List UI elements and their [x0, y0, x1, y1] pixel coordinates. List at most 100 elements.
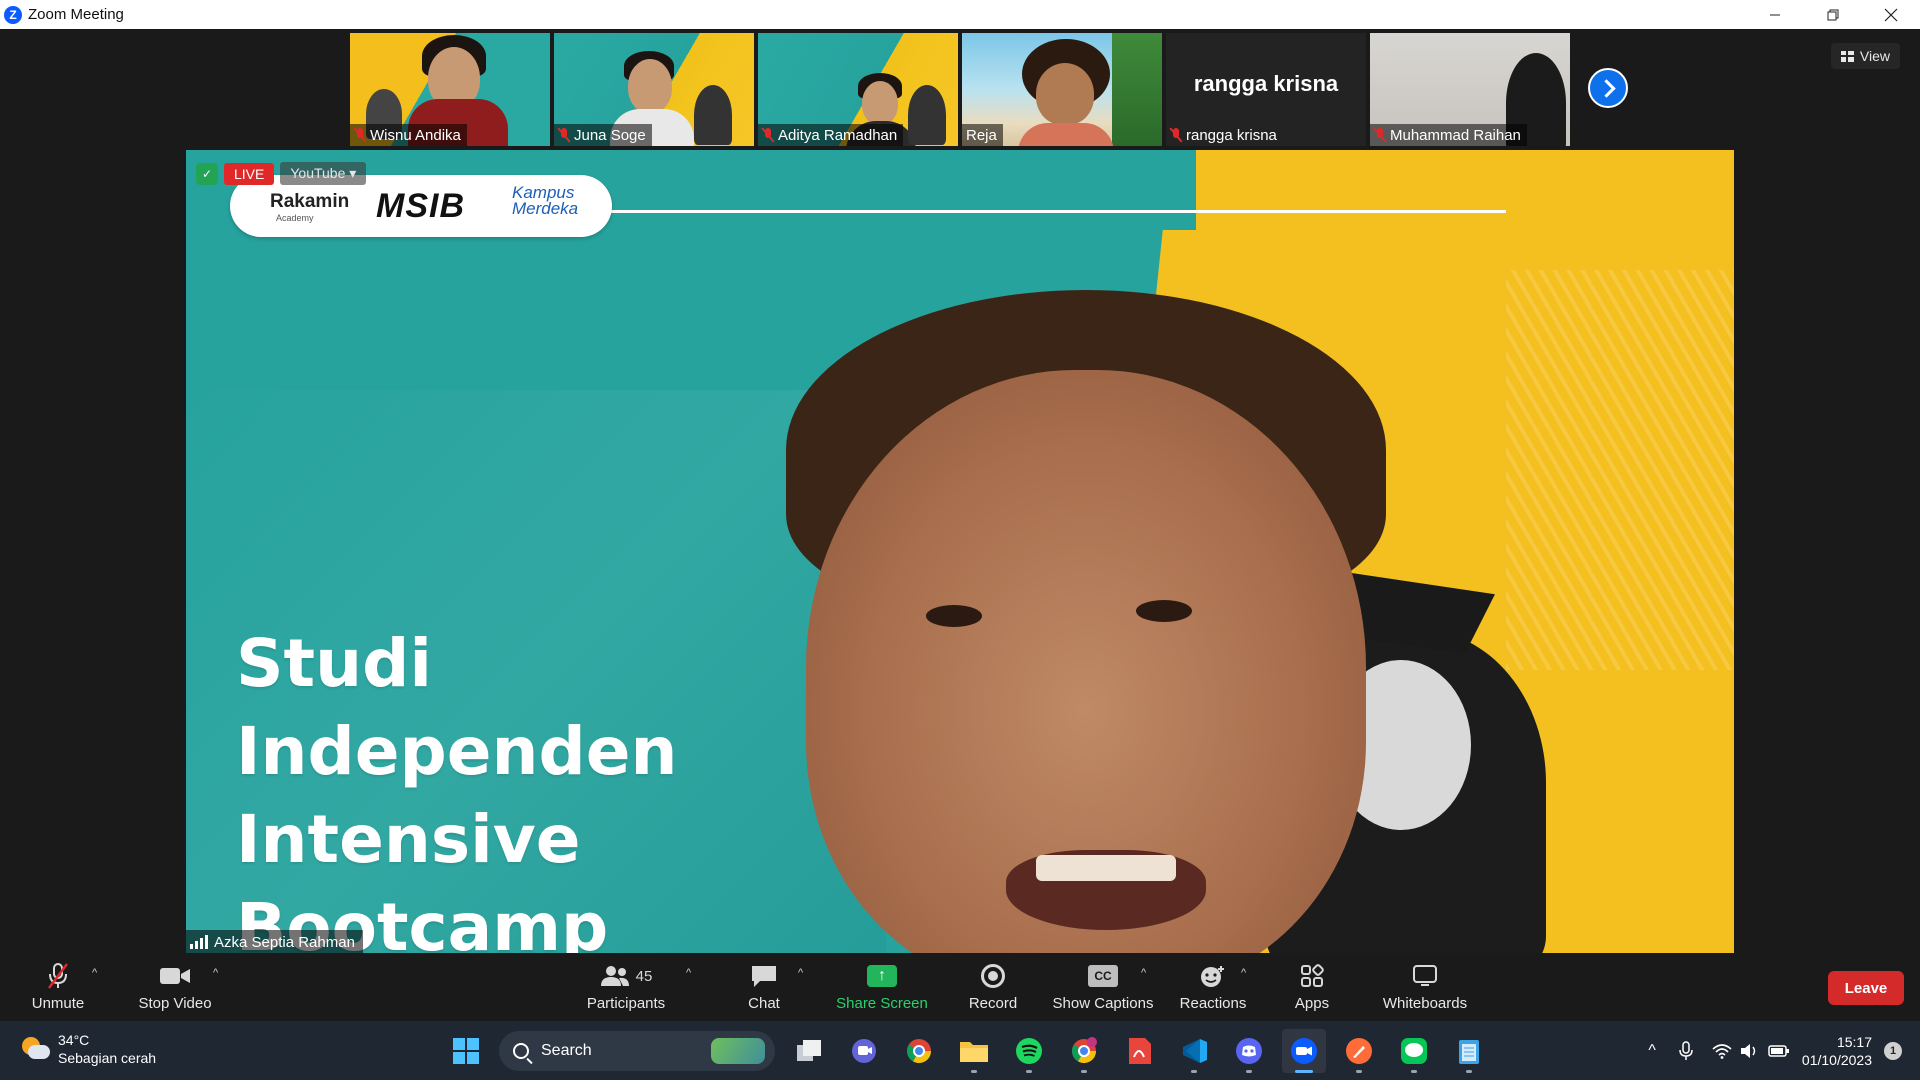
participants-label: Participants — [586, 995, 666, 1012]
show-hidden-icons-chevron-icon[interactable]: ^ — [1648, 1042, 1656, 1060]
stop-video-button[interactable]: Stop Video — [132, 953, 218, 1021]
taskbar-apps: Search — [438, 1021, 1496, 1080]
thumbnail-caption: Wisnu Andika — [350, 124, 467, 146]
notification-badge[interactable]: 1 — [1884, 1041, 1902, 1060]
show-captions-button[interactable]: CC Show Captions — [1050, 953, 1156, 1021]
apps-button[interactable]: Apps — [1282, 953, 1342, 1021]
restore-icon — [1827, 9, 1839, 20]
weather-temperature: 34°C — [58, 1032, 90, 1048]
mic-muted-icon — [1374, 127, 1386, 143]
participants-count: 45 — [635, 967, 653, 985]
pdf-reader-icon[interactable] — [1117, 1029, 1161, 1073]
system-tray: ^ 15:17 01/10/2023 1 — [1648, 1021, 1920, 1080]
whiteboards-label: Whiteboards — [1382, 995, 1468, 1012]
header-line — [606, 210, 1506, 213]
chat-button[interactable]: Chat — [736, 953, 792, 1021]
thumbnail-reja[interactable]: Reja — [962, 33, 1162, 146]
reactions-label: Reactions — [1179, 995, 1247, 1012]
zoom-logo-icon: Z — [4, 5, 22, 24]
minimize-icon — [1770, 14, 1780, 15]
microphone-icon[interactable] — [1678, 1040, 1694, 1061]
teams-chat-icon[interactable] — [842, 1029, 886, 1073]
restore-button[interactable] — [1804, 0, 1862, 29]
close-button[interactable] — [1862, 0, 1920, 29]
record-label: Record — [968, 995, 1018, 1012]
youtube-stream-dropdown[interactable]: YouTube ▾ — [280, 162, 367, 185]
smiley-plus-icon — [1199, 962, 1227, 990]
windows-start-icon[interactable] — [444, 1029, 488, 1073]
participant-name: Aditya Ramadhan — [778, 126, 898, 144]
battery-icon[interactable] — [1768, 1043, 1790, 1059]
partly-cloudy-icon — [18, 1035, 50, 1063]
notepad-icon[interactable] — [1447, 1029, 1491, 1073]
weather-description: Sebagian cerah — [58, 1050, 157, 1066]
mic-muted-icon — [1170, 127, 1182, 143]
grid-view-icon — [1840, 50, 1854, 62]
thumbnail-muhammad-raihan[interactable]: Muhammad Raihan — [1370, 33, 1570, 146]
captions-caret-icon[interactable]: ^ — [1141, 967, 1153, 979]
whiteboards-button[interactable]: Whiteboards — [1378, 953, 1472, 1021]
spotify-icon[interactable] — [1007, 1029, 1051, 1073]
speaker-name: Azka Septia Rahman — [214, 933, 355, 951]
weather-widget[interactable]: 34°C Sebagian cerah — [18, 1031, 156, 1067]
chrome-profile-icon[interactable] — [1062, 1029, 1106, 1073]
view-button[interactable]: View — [1830, 43, 1900, 69]
meeting-toolbar: Unmute ^ Stop Video ^ 45 Participants ^ … — [0, 953, 1920, 1021]
view-button-label: View — [1859, 48, 1890, 64]
unmute-label: Unmute — [31, 995, 85, 1012]
mic-muted-icon — [762, 127, 774, 143]
clock-time: 15:17 — [1836, 1033, 1872, 1050]
minimize-button[interactable] — [1746, 0, 1804, 29]
line-messenger-icon[interactable] — [1392, 1029, 1436, 1073]
thumbnail-caption: Aditya Ramadhan — [758, 124, 904, 146]
postman-icon[interactable] — [1337, 1029, 1381, 1073]
whiteboard-icon — [1411, 962, 1439, 990]
discord-icon[interactable] — [1227, 1029, 1271, 1073]
video-options-caret-icon[interactable]: ^ — [213, 967, 225, 979]
mic-muted-icon — [45, 962, 71, 990]
reactions-caret-icon[interactable]: ^ — [1241, 967, 1253, 979]
unmute-button[interactable]: Unmute — [22, 953, 94, 1021]
mic-muted-icon — [558, 127, 570, 143]
rakamin-logo: Rakamin Academy — [270, 191, 350, 223]
closed-captions-icon: CC — [1088, 965, 1118, 987]
thumbnail-juna-soge[interactable]: Juna Soge — [554, 33, 754, 146]
taskbar-clock[interactable]: 15:17 01/10/2023 — [1802, 1033, 1872, 1069]
participant-name: Juna Soge — [574, 126, 646, 144]
wifi-icon[interactable] — [1712, 1043, 1732, 1059]
active-speaker-video: Rakamin Academy MSIB Kampus Merdeka ✓ LI… — [186, 150, 1734, 954]
share-screen-icon: ↑ — [867, 965, 897, 987]
volume-icon[interactable] — [1740, 1043, 1760, 1059]
live-stream-indicator: ✓ LIVE YouTube ▾ — [196, 162, 367, 185]
search-placeholder: Search — [541, 1041, 592, 1059]
taskbar-search[interactable]: Search — [499, 1030, 775, 1071]
thumbnail-caption: Reja — [962, 124, 1003, 146]
participants-icon: 45 — [600, 962, 653, 990]
next-page-arrow-icon[interactable] — [1588, 68, 1628, 108]
chrome-icon[interactable] — [897, 1029, 941, 1073]
thumbnail-rangga-krisna[interactable]: rangga krisna rangga krisna — [1166, 33, 1366, 146]
participants-button[interactable]: 45 Participants — [580, 953, 672, 1021]
chat-caret-icon[interactable]: ^ — [798, 967, 810, 979]
task-view-icon[interactable] — [787, 1029, 831, 1073]
signal-strength-icon — [190, 935, 208, 949]
vscode-icon[interactable] — [1172, 1029, 1216, 1073]
file-explorer-icon[interactable] — [952, 1029, 996, 1073]
reactions-button[interactable]: Reactions — [1176, 953, 1250, 1021]
leave-button[interactable]: Leave — [1828, 971, 1904, 1005]
participant-thumbnails: Wisnu Andika Juna Soge Aditya Ramadhan R… — [350, 33, 1570, 146]
record-button[interactable]: Record — [958, 953, 1028, 1021]
share-screen-button[interactable]: ↑ Share Screen — [832, 953, 932, 1021]
thumbnail-wisnu-andika[interactable]: Wisnu Andika — [350, 33, 550, 146]
kampus-merdeka-logo: Kampus Merdeka — [512, 183, 579, 218]
audio-options-caret-icon[interactable]: ^ — [92, 967, 104, 979]
search-icon — [513, 1042, 529, 1059]
video-camera-icon — [159, 962, 191, 990]
shield-check-icon[interactable]: ✓ — [196, 162, 218, 185]
thumbnail-aditya-ramadhan[interactable]: Aditya Ramadhan — [758, 33, 958, 146]
apps-label: Apps — [1294, 995, 1330, 1012]
zoom-taskbar-icon[interactable] — [1281, 1028, 1326, 1073]
participant-display-name: rangga krisna — [1193, 71, 1339, 96]
participants-caret-icon[interactable]: ^ — [686, 967, 698, 979]
live-badge: LIVE — [224, 162, 275, 185]
